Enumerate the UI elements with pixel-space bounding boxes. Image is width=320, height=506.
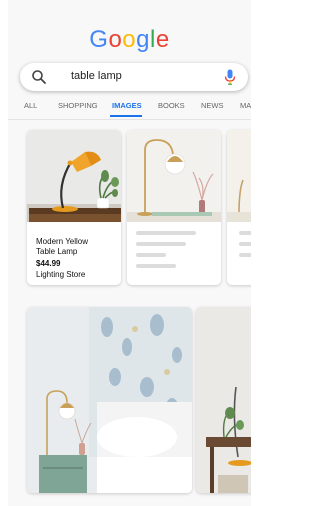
white-lamp-image[interactable] bbox=[127, 130, 221, 222]
tab-images[interactable]: IMAGES bbox=[112, 101, 142, 110]
logo-letter-o2: o bbox=[122, 26, 137, 53]
product-store: Lighting Store bbox=[36, 270, 86, 279]
tab-all[interactable]: ALL bbox=[24, 101, 37, 110]
search-tabs: ALL SHOPPING IMAGES BOOKS NEWS MA bbox=[8, 98, 251, 120]
search-icon[interactable] bbox=[31, 69, 47, 85]
wallpaper-lamp-image[interactable] bbox=[27, 307, 192, 493]
tab-news[interactable]: NEWS bbox=[201, 101, 224, 110]
tabs-divider bbox=[8, 119, 251, 120]
logo-letter-g: G bbox=[89, 26, 109, 53]
tab-shopping[interactable]: SHOPPING bbox=[58, 101, 98, 110]
placeholder-line bbox=[239, 242, 251, 246]
lamp-image-partial[interactable] bbox=[227, 130, 251, 222]
logo-letter-g2: g bbox=[136, 26, 151, 53]
logo-letter-o1: o bbox=[108, 26, 123, 53]
google-logo: Google bbox=[8, 26, 251, 54]
placeholder-line bbox=[136, 264, 176, 268]
search-query-text[interactable]: table lamp bbox=[71, 70, 122, 82]
product-title-line2[interactable]: Table Lamp bbox=[36, 247, 77, 257]
desk-lamp-image[interactable] bbox=[196, 307, 251, 493]
results-page: Google table lamp ALL SHOPPING IMAGES BO… bbox=[8, 0, 251, 506]
placeholder-line bbox=[239, 231, 251, 235]
product-card-white-lamp[interactable] bbox=[127, 130, 221, 285]
placeholder-line bbox=[239, 253, 251, 257]
active-tab-indicator bbox=[110, 115, 142, 117]
placeholder-line bbox=[136, 253, 166, 257]
image-result-desk-lamp[interactable] bbox=[196, 307, 251, 493]
placeholder-line bbox=[136, 242, 186, 246]
image-result-wallpaper-lamp[interactable] bbox=[27, 307, 192, 493]
tab-books[interactable]: BOOKS bbox=[158, 101, 185, 110]
product-card-partial[interactable] bbox=[227, 130, 251, 285]
logo-letter-e: e bbox=[155, 26, 170, 53]
yellow-lamp-image[interactable] bbox=[27, 130, 121, 222]
search-box[interactable]: table lamp bbox=[20, 63, 248, 91]
product-title-line1[interactable]: Modern Yellow bbox=[36, 237, 88, 247]
product-card-lamp[interactable]: Modern Yellow Table Lamp $44.99 Lighting… bbox=[27, 130, 121, 285]
tab-maps[interactable]: MA bbox=[240, 101, 251, 110]
microphone-icon[interactable] bbox=[224, 69, 236, 85]
product-price: $44.99 bbox=[36, 259, 61, 268]
placeholder-line bbox=[136, 231, 196, 235]
